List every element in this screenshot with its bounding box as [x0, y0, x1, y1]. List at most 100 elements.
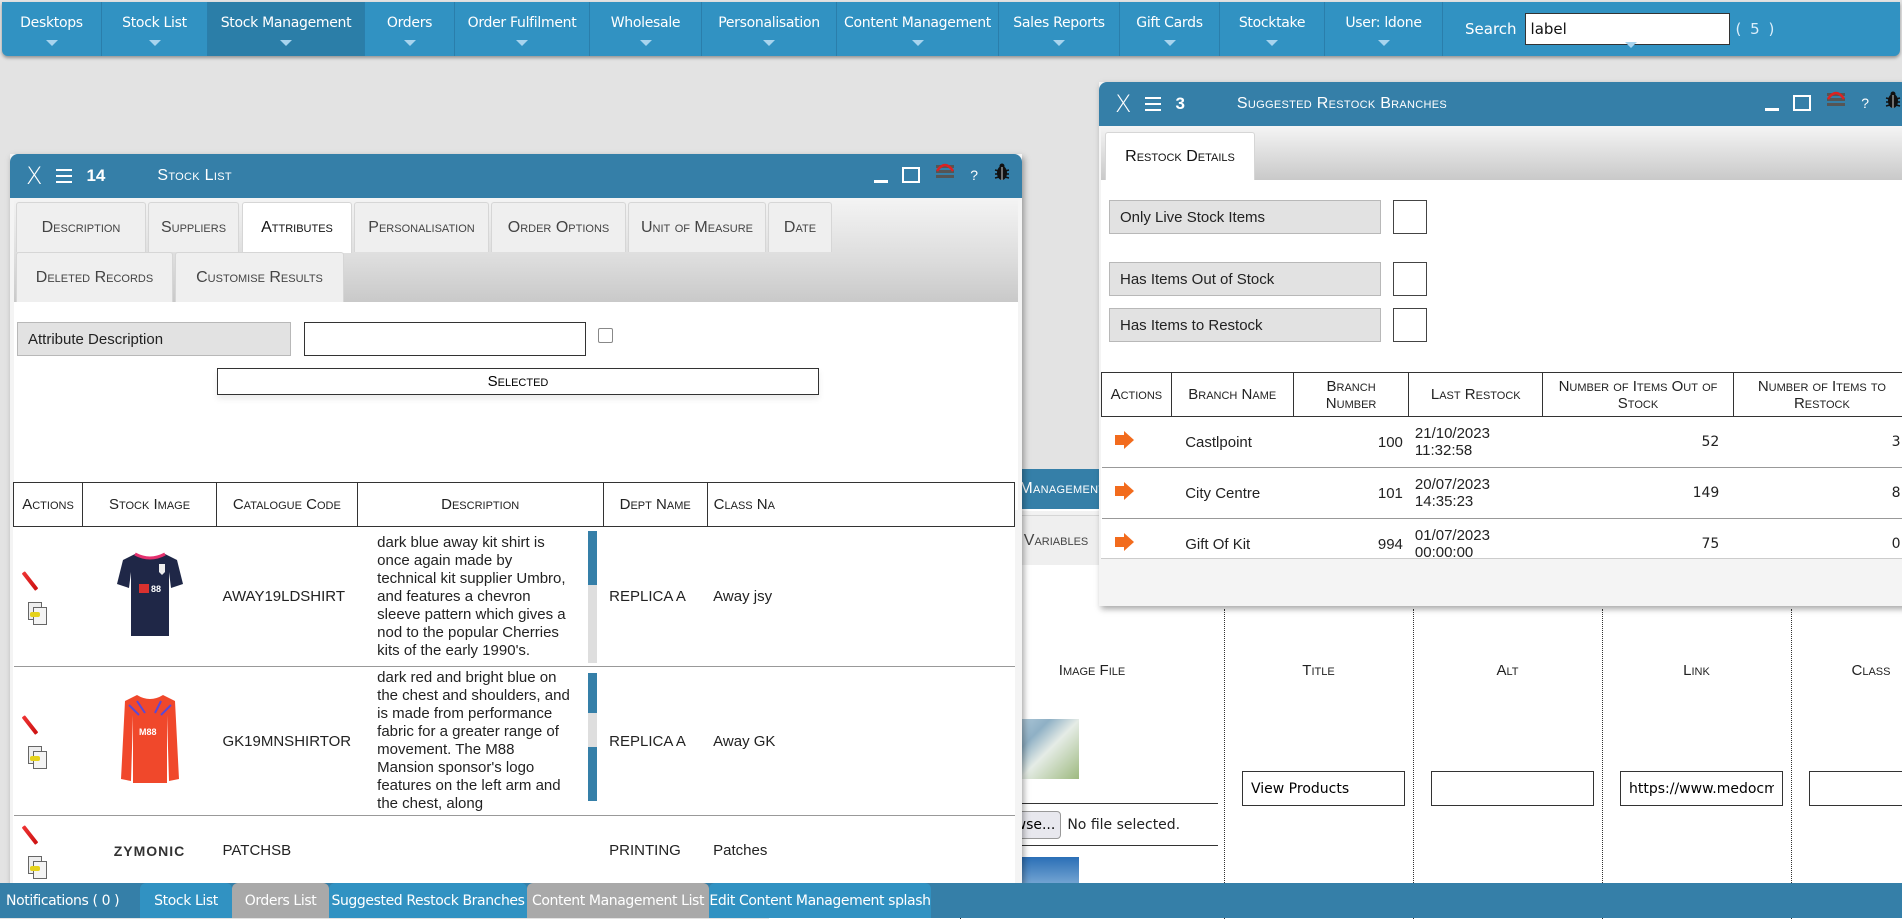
nav-sales-reports[interactable]: Sales Reports — [999, 2, 1120, 56]
col-class: Class — [1791, 662, 1902, 679]
tab-unit-of-measure[interactable]: Unit of Measure — [628, 202, 766, 252]
nav-desktops[interactable]: Desktops — [2, 2, 102, 56]
col-last-restock[interactable]: Last Restock — [1409, 373, 1543, 417]
table-row[interactable]: City Centre10120/07/202314:35:231498 — [1102, 468, 1902, 519]
table-row[interactable]: ZYMONIC PATCHSB PRINTING Patches — [14, 816, 1015, 886]
bug-report-icon[interactable] — [992, 162, 1012, 187]
col-actions[interactable]: Actions — [14, 483, 83, 527]
task-edit-content-management-splash[interactable]: Edit Content Management splash — [709, 883, 931, 918]
bug-report-icon[interactable] — [1883, 90, 1902, 115]
class-name: Patches — [707, 816, 1014, 886]
tab-date[interactable]: Date — [768, 202, 832, 252]
nav-wholesale[interactable]: Wholesale — [590, 2, 702, 56]
top-navigation-bar: Desktops Stock List Stock Management Ord… — [2, 2, 1900, 56]
task-stock-list[interactable]: Stock List — [140, 883, 232, 918]
window-titlebar[interactable]: X 3 Suggested Restock Branches ? — [1099, 82, 1902, 126]
tab-suppliers[interactable]: Suppliers — [148, 202, 239, 252]
search-result-count[interactable]: ( 5 ) — [1736, 20, 1777, 38]
nav-stocktake[interactable]: Stocktake — [1220, 2, 1325, 56]
chevron-down-icon — [516, 40, 528, 46]
menu-icon[interactable] — [1145, 97, 1161, 111]
last-restock: 20/07/202314:35:23 — [1409, 468, 1543, 519]
attribute-description-input[interactable] — [304, 322, 586, 356]
tab-description[interactable]: Description — [16, 202, 146, 252]
table-row[interactable]: Castlpoint10021/10/202311:32:58523 — [1102, 417, 1902, 468]
nav-label: Personalisation — [718, 15, 820, 31]
edit-pencil-icon[interactable] — [21, 715, 38, 735]
stack-refresh-icon[interactable] — [1825, 89, 1847, 107]
maximize-icon[interactable] — [1793, 95, 1811, 111]
nav-personalisation[interactable]: Personalisation — [702, 2, 837, 56]
nav-stock-list[interactable]: Stock List — [102, 2, 208, 56]
col-class-name[interactable]: Class Na — [707, 483, 1014, 527]
open-arrow-icon[interactable] — [1124, 431, 1134, 449]
title-input[interactable] — [1242, 771, 1405, 806]
help-icon[interactable]: ? — [970, 167, 978, 183]
tab-deleted-records[interactable]: Deleted Records — [16, 252, 173, 302]
tab-customise-results[interactable]: Customise Results — [175, 252, 344, 302]
class-name: Away GK — [707, 667, 1014, 816]
edit-pencil-icon[interactable] — [21, 571, 38, 591]
filter-checkbox-out-of-stock[interactable] — [1393, 262, 1427, 296]
description-cell — [357, 816, 603, 886]
attribute-checkbox[interactable] — [598, 328, 613, 343]
col-actions[interactable]: Actions — [1102, 373, 1172, 417]
help-icon[interactable]: ? — [1861, 95, 1869, 111]
tab-attributes[interactable]: Attributes — [242, 202, 352, 253]
col-description[interactable]: Description — [357, 483, 603, 527]
col-branch-number[interactable]: Branch Number — [1293, 373, 1409, 417]
class-input[interactable] — [1809, 771, 1902, 806]
minimize-icon[interactable] — [874, 180, 888, 183]
copy-record-icon[interactable] — [28, 602, 46, 624]
tab-order-options[interactable]: Order Options — [491, 202, 626, 252]
column-divider — [1791, 609, 1792, 919]
menu-icon[interactable] — [56, 169, 72, 183]
table-row[interactable]: M88 GK19MNSHIRTOR dark red and bright bl… — [14, 667, 1015, 816]
copy-record-icon[interactable] — [28, 856, 46, 878]
nav-label: Stock List — [122, 15, 187, 31]
col-catalogue-code[interactable]: Catalogue Code — [217, 483, 358, 527]
table-row[interactable]: 88 AWAY19LDSHIRT dark blue away kit shir… — [14, 527, 1015, 667]
task-content-management-list[interactable]: Content Management List — [527, 883, 709, 918]
open-arrow-icon[interactable] — [1124, 533, 1134, 551]
nav-stock-management[interactable]: Stock Management — [208, 2, 365, 56]
tab-personalisation[interactable]: Personalisation — [354, 202, 489, 252]
col-dept-name[interactable]: Dept Name — [603, 483, 707, 527]
file-status: No file selected. — [1067, 817, 1180, 833]
window-title: Stock List — [157, 167, 232, 185]
nav-order-fulfilment[interactable]: Order Fulfilment — [455, 2, 590, 56]
selected-button[interactable]: Selected — [217, 368, 819, 395]
description-scrollbar[interactable] — [588, 531, 597, 663]
col-items-out-of-stock[interactable]: Number of Items Out of Stock — [1543, 373, 1734, 417]
filter-checkbox-live-stock[interactable] — [1393, 200, 1427, 234]
col-branch-name[interactable]: Branch Name — [1171, 373, 1293, 417]
minimize-icon[interactable] — [1765, 108, 1779, 111]
description-scrollbar[interactable] — [588, 673, 597, 801]
search-dropdown-caret-icon[interactable] — [1625, 42, 1637, 48]
nav-orders[interactable]: Orders — [365, 2, 455, 56]
tab-restock-details[interactable]: Restock Details — [1105, 132, 1255, 180]
copy-record-icon[interactable] — [28, 746, 46, 768]
window-titlebar[interactable]: X 14 Stock List ? — [10, 154, 1022, 198]
branch-number: 101 — [1293, 468, 1409, 519]
task-suggested-restock-branches[interactable]: Suggested Restock Branches — [329, 883, 527, 918]
maximize-icon[interactable] — [902, 167, 920, 183]
task-orders-list[interactable]: Orders List — [232, 883, 329, 918]
search-input[interactable] — [1525, 13, 1730, 45]
dept-name: REPLICA A — [603, 667, 707, 816]
close-icon[interactable]: X — [1115, 90, 1131, 118]
edit-pencil-icon[interactable] — [21, 825, 38, 845]
nav-content-management[interactable]: Content Management — [837, 2, 999, 56]
last-restock-date: 20/07/2023 — [1415, 476, 1537, 493]
stack-refresh-icon[interactable] — [934, 161, 956, 179]
alt-input[interactable] — [1431, 771, 1594, 806]
col-stock-image[interactable]: Stock Image — [83, 483, 217, 527]
col-items-to-restock[interactable]: Number of Items to Restock — [1733, 373, 1902, 417]
open-arrow-icon[interactable] — [1124, 482, 1134, 500]
nav-gift-cards[interactable]: Gift Cards — [1120, 2, 1220, 56]
filter-checkbox-to-restock[interactable] — [1393, 308, 1427, 342]
link-input[interactable] — [1620, 771, 1783, 806]
nav-user-menu[interactable]: User: ldone — [1325, 2, 1443, 56]
close-icon[interactable]: X — [26, 162, 42, 190]
notifications-button[interactable]: Notifications ( 0 ) — [0, 883, 140, 918]
